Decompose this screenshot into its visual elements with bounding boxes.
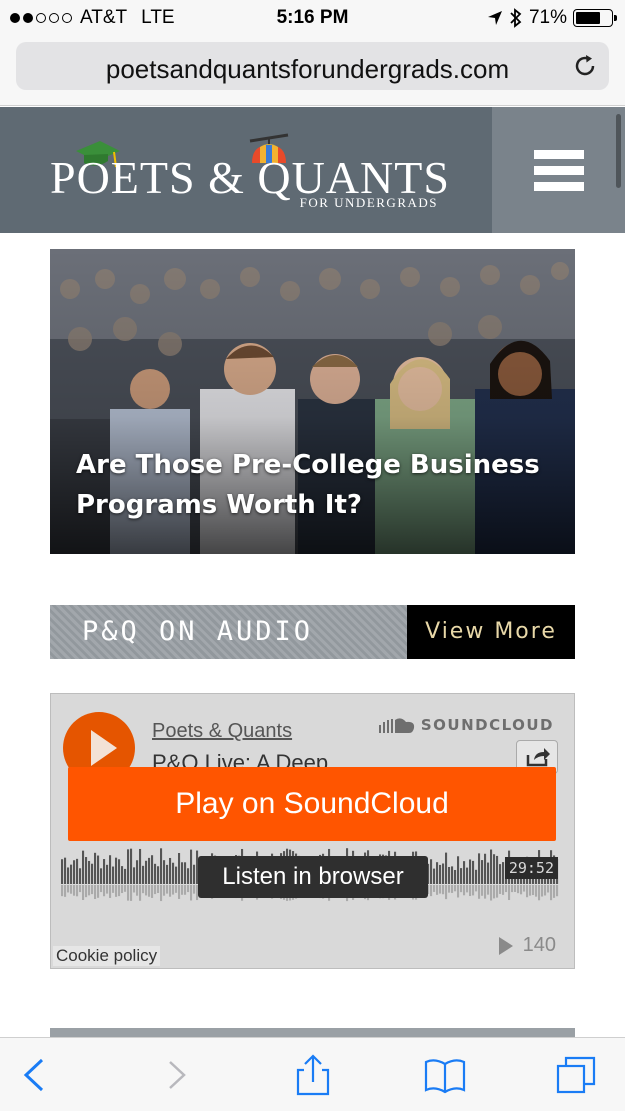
view-more-button[interactable]: View More bbox=[407, 605, 575, 659]
status-bar: AT&T LTE 5:16 PM 71% bbox=[0, 0, 625, 36]
play-count-icon bbox=[498, 936, 513, 955]
url-text: poetsandquantsforundergrads.com bbox=[105, 54, 510, 84]
logo-subtitle: FOR UNDERGRADS bbox=[299, 195, 438, 210]
play-count: 140 bbox=[498, 934, 556, 957]
soundcloud-brand[interactable]: SOUNDCLOUD bbox=[378, 716, 554, 734]
play-on-soundcloud-button[interactable]: Play on SoundCloud bbox=[68, 767, 556, 841]
battery-icon bbox=[573, 9, 617, 27]
share-icon[interactable] bbox=[290, 1052, 336, 1098]
page: AT&T LTE 5:16 PM 71% poetsandquantsforun… bbox=[0, 0, 625, 1111]
audio-section-label: P&Q ON AUDIO bbox=[50, 605, 407, 659]
listen-in-browser-button[interactable]: Listen in browser bbox=[198, 856, 428, 898]
hamburger-menu-icon bbox=[533, 149, 584, 159]
soundcloud-brand-label: SOUNDCLOUD bbox=[420, 716, 554, 734]
cookie-policy-link[interactable]: Cookie policy bbox=[53, 946, 161, 966]
hamburger-menu-button[interactable] bbox=[492, 107, 625, 233]
url-field[interactable]: poetsandquantsforundergrads.com bbox=[16, 42, 609, 90]
status-right: 71% bbox=[487, 7, 617, 29]
hero-article-card[interactable]: Are Those Pre-College Business Programs … bbox=[50, 249, 575, 554]
play-count-value: 140 bbox=[522, 934, 556, 956]
back-icon[interactable] bbox=[12, 1052, 58, 1098]
bookmarks-icon[interactable] bbox=[422, 1052, 468, 1098]
bluetooth-icon bbox=[510, 8, 522, 28]
location-icon bbox=[487, 11, 502, 25]
track-duration: 29:52 bbox=[504, 857, 558, 879]
scroll-indicator bbox=[616, 114, 621, 188]
site-header: POETS & QUANTS FOR UNDERGRADS bbox=[0, 107, 625, 233]
soundcloud-widget: Poets & Quants P&Q Live: A Deep ... SOUN… bbox=[50, 693, 575, 969]
reload-icon[interactable] bbox=[571, 52, 599, 80]
forward-icon[interactable] bbox=[152, 1052, 198, 1098]
site-logo[interactable]: POETS & QUANTS FOR UNDERGRADS bbox=[50, 133, 449, 217]
soundcloud-artist-link[interactable]: Poets & Quants bbox=[152, 720, 292, 743]
audio-section-header: P&Q ON AUDIO View More bbox=[50, 605, 575, 659]
browser-address-area: poetsandquantsforundergrads.com bbox=[0, 36, 625, 106]
tabs-icon[interactable] bbox=[554, 1052, 600, 1098]
hero-article-title: Are Those Pre-College Business Programs … bbox=[76, 450, 540, 520]
battery-percent: 71% bbox=[528, 7, 567, 28]
soundcloud-logo-icon bbox=[378, 718, 414, 733]
browser-toolbar bbox=[0, 1037, 625, 1111]
